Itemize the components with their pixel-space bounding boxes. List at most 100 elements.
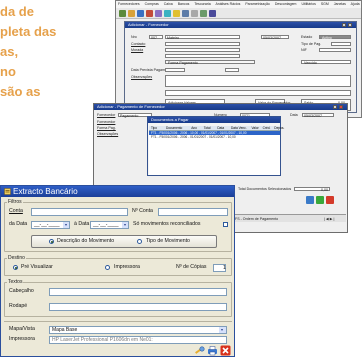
vencido-field[interactable]: Vencido (301, 60, 351, 65)
tipo-pag-field[interactable] (331, 42, 351, 46)
close-button[interactable] (348, 23, 352, 27)
preview-radio[interactable] (13, 265, 18, 270)
footer-text-input[interactable] (49, 303, 227, 311)
estado-field[interactable]: Activo (319, 35, 351, 40)
copies-input[interactable]: 1 (213, 264, 226, 272)
printer-label: Impressora (9, 336, 35, 342)
column-header: Data Venc. (231, 126, 247, 130)
side-label: Forma Pag. (97, 126, 116, 130)
dialog-title: Extracto Bancário (13, 187, 78, 196)
observacoes-field[interactable] (165, 75, 351, 87)
prazo-days-field[interactable] (225, 68, 239, 72)
order-by-description-radio[interactable] (49, 239, 54, 244)
print-icon[interactable] (306, 196, 314, 204)
menu-item[interactable]: Tesouraria (194, 2, 210, 6)
preview-button[interactable] (194, 345, 205, 356)
nconta-label: Nº Conta (132, 208, 153, 214)
menu-item[interactable]: Caixa (164, 2, 173, 6)
search-icon[interactable] (164, 10, 171, 17)
conta-input[interactable] (31, 208, 128, 216)
payment-window-titlebar: Adicionar - Pagamento de Fornecedor (94, 104, 347, 110)
contacto-field[interactable] (165, 42, 240, 46)
minimize-button[interactable] (333, 105, 337, 109)
order-by-description-label[interactable]: Descrição do Movimento (57, 238, 114, 245)
confirm-icon[interactable] (316, 196, 324, 204)
printer-select[interactable]: HP LaserJet Professional P1606dn em Ne01… (49, 336, 227, 344)
prazo-field[interactable] (165, 68, 185, 72)
close-button[interactable] (220, 345, 231, 356)
calendar-icon[interactable] (173, 10, 180, 17)
print-icon[interactable] (155, 10, 162, 17)
map-view-select[interactable]: Mapa Base (49, 326, 227, 334)
menu-item[interactable]: Descontagem (275, 2, 297, 6)
promo-line: pleta das (0, 24, 57, 39)
nif-field[interactable] (319, 48, 351, 52)
tipo-pag-label: Tipo de Pag. (301, 42, 322, 46)
morada-field[interactable] (165, 48, 240, 52)
a-data-dropdown[interactable] (121, 221, 129, 229)
morada2-field[interactable] (165, 54, 240, 58)
name-field[interactable]: Mateiro (165, 35, 240, 40)
menu-item[interactable]: SGM (321, 2, 329, 6)
settings-icon[interactable] (182, 10, 189, 17)
column-header: Créd. (262, 126, 271, 130)
documents-window: Documentos a Pagar Tipo Documento Ano To… (147, 116, 284, 176)
menu-item[interactable]: Compras (145, 2, 159, 6)
nif-label: NIF (301, 48, 307, 52)
total-label: Total Documentos Seleccionados (238, 187, 292, 191)
menu-item[interactable]: Análises Rácios (215, 2, 240, 6)
nconta-input[interactable] (158, 208, 228, 216)
printer-radio[interactable] (105, 265, 110, 270)
back-app-window: Fornecedores Compras Caixa Bancos Tesour… (115, 0, 362, 118)
printer-radio-label[interactable]: Impressora (114, 264, 140, 271)
column-header: Documento (165, 126, 183, 130)
menu-item[interactable]: Utilitários (301, 2, 315, 6)
divider (4, 321, 232, 322)
folder-icon[interactable] (128, 10, 135, 17)
total-field: 0,00 (294, 187, 330, 192)
menu-item[interactable]: Janelas (334, 2, 346, 6)
chevron-down-icon[interactable] (219, 327, 226, 333)
save-icon[interactable] (137, 10, 144, 17)
record-navigator[interactable]: | ◀ ▶ | (324, 217, 334, 221)
chart-icon[interactable] (191, 10, 198, 17)
menu-item[interactable]: Fornecedores (118, 2, 140, 6)
footer-text-label: Rodapé (9, 303, 28, 309)
so-movimentos-checkbox[interactable] (223, 222, 228, 227)
header-text-label: Cabeçalho (9, 288, 34, 294)
preview-label[interactable]: Pré Visualizar (21, 264, 53, 271)
header-text-input[interactable] (49, 288, 227, 296)
column-header: Ano (191, 126, 197, 130)
data-field[interactable]: 05/03/2007 (302, 113, 334, 118)
help-icon[interactable] (209, 10, 216, 17)
da-data-label: da Data (9, 221, 28, 227)
report-icon[interactable] (200, 10, 207, 17)
window-title: Documentos a Pagar (151, 117, 189, 122)
date-field[interactable]: 05/03/2007 (261, 35, 289, 40)
supplier-form-titlebar: Adicionar - Fornecedor (125, 22, 356, 28)
documents-titlebar: Documentos a Pagar (148, 117, 280, 123)
nr-field[interactable]: 007 (149, 35, 163, 40)
order-by-type-radio[interactable] (137, 239, 142, 244)
nr-label: Nro (131, 35, 137, 39)
app-icon (4, 188, 11, 195)
da-data-dropdown[interactable] (62, 221, 70, 229)
delete-icon[interactable] (146, 10, 153, 17)
close-button[interactable] (339, 105, 343, 109)
a-data-input[interactable]: __-__-____ (90, 221, 123, 229)
promo-line: da de (0, 4, 34, 19)
order-by-type-label[interactable]: Tipo de Movimento (146, 238, 190, 245)
print-button[interactable] (207, 345, 218, 356)
menu-item[interactable]: Parametrização (245, 2, 270, 6)
menu-item[interactable]: Ajuda (351, 2, 360, 6)
da-data-input[interactable]: __-__-____ (31, 221, 64, 229)
forma-pag-row[interactable]: Forma Pagamento (165, 60, 255, 65)
cancel-icon[interactable] (326, 196, 334, 204)
new-icon[interactable] (119, 10, 126, 17)
supplier-form-window: Adicionar - Fornecedor Nro 007 Mateiro 0… (124, 21, 357, 113)
conta-label: Conta (9, 208, 23, 214)
filters-group-label: Filtros (7, 199, 23, 205)
menu-item[interactable]: Bancos (178, 2, 190, 6)
menu-bar: Fornecedores Compras Caixa Bancos Tesour… (116, 1, 361, 8)
minimize-button[interactable] (342, 23, 346, 27)
